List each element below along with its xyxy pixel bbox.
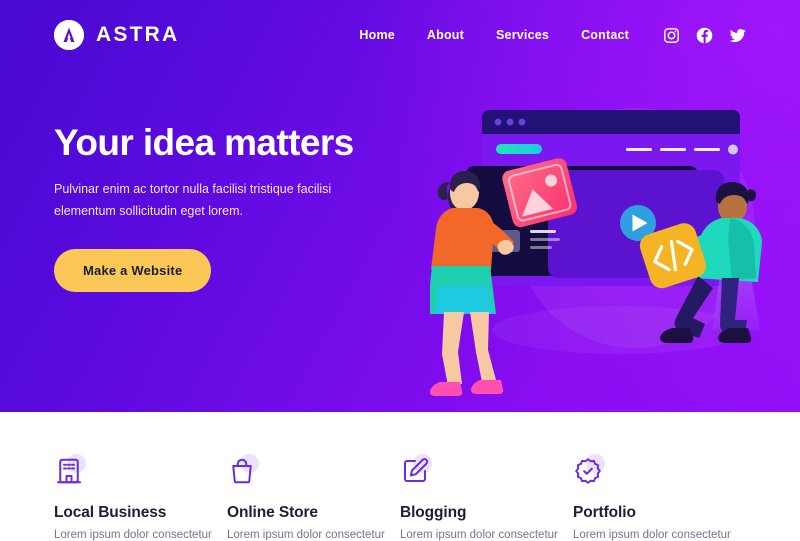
feature-title: Online Store bbox=[227, 504, 318, 521]
hero-copy: Your idea matters Pulvinar enim ac torto… bbox=[54, 122, 414, 293]
feature-title: Local Business bbox=[54, 504, 167, 521]
nav-link-contact[interactable]: Contact bbox=[581, 28, 629, 42]
feature-card-portfolio[interactable]: Portfolio Lorem ipsum dolor consectetur bbox=[573, 412, 746, 541]
feature-card-blogging[interactable]: Blogging Lorem ipsum dolor consectetur bbox=[400, 412, 573, 541]
verified-badge-icon bbox=[573, 454, 607, 490]
astra-logo-icon bbox=[54, 20, 84, 50]
feature-title: Portfolio bbox=[573, 504, 636, 521]
feature-title: Blogging bbox=[400, 504, 467, 521]
hero-section: ASTRA Home About Services Contact Your i… bbox=[0, 0, 800, 412]
nav-links: Home About Services Contact bbox=[359, 28, 629, 42]
nav-link-services[interactable]: Services bbox=[496, 28, 549, 42]
hero-subtitle: Pulvinar enim ac tortor nulla facilisi t… bbox=[54, 182, 332, 218]
feature-desc: Lorem ipsum dolor consectetur bbox=[400, 529, 558, 541]
facebook-icon[interactable] bbox=[696, 27, 713, 44]
make-a-website-button[interactable]: Make a Website bbox=[54, 249, 212, 293]
instagram-icon[interactable] bbox=[663, 27, 680, 44]
building-icon bbox=[54, 454, 88, 490]
pencil-edit-icon bbox=[400, 454, 434, 490]
main-navigation: ASTRA Home About Services Contact bbox=[0, 0, 800, 70]
brand-name: ASTRA bbox=[96, 23, 180, 46]
hero-title: Your idea matters bbox=[54, 122, 354, 163]
social-links bbox=[663, 27, 746, 44]
features-section: Local Business Lorem ipsum dolor consect… bbox=[0, 412, 800, 541]
feature-desc: Lorem ipsum dolor consectetur bbox=[573, 529, 731, 541]
feature-card-online-store[interactable]: Online Store Lorem ipsum dolor consectet… bbox=[227, 412, 400, 541]
twitter-icon[interactable] bbox=[729, 27, 746, 44]
feature-desc: Lorem ipsum dolor consectetur bbox=[54, 529, 212, 541]
nav-link-about[interactable]: About bbox=[427, 28, 464, 42]
feature-card-local-business[interactable]: Local Business Lorem ipsum dolor consect… bbox=[54, 412, 227, 541]
feature-desc: Lorem ipsum dolor consectetur bbox=[227, 529, 385, 541]
shopping-bag-icon bbox=[227, 454, 261, 490]
website-builder-illustration bbox=[430, 78, 800, 412]
nav-link-home[interactable]: Home bbox=[359, 28, 395, 42]
brand-logo[interactable]: ASTRA bbox=[54, 20, 179, 50]
